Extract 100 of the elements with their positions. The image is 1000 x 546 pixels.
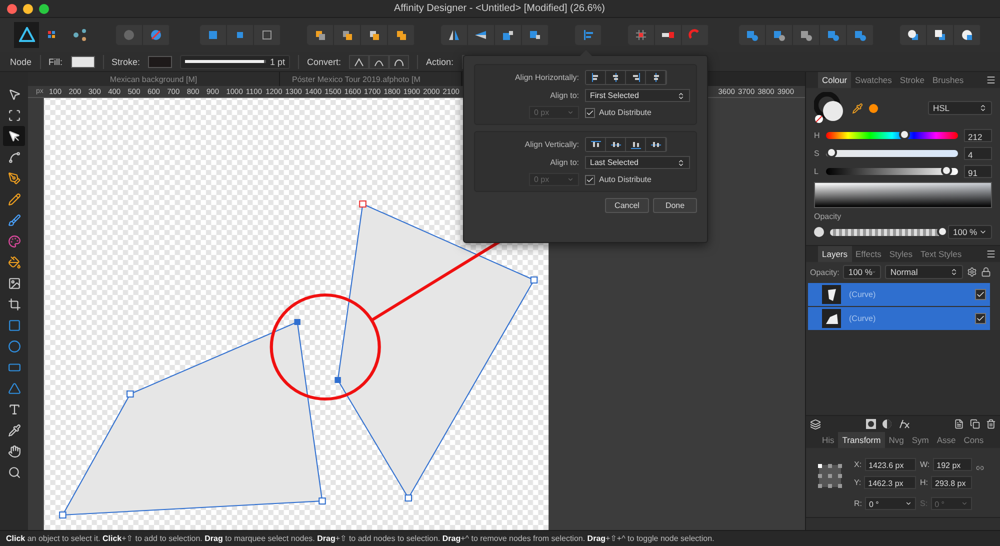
auto-distribute-checkbox[interactable] — [585, 108, 595, 118]
value-field[interactable]: 91 — [964, 164, 992, 178]
fill-swatch[interactable] — [70, 56, 95, 68]
stroke-swatch[interactable] — [148, 56, 172, 68]
status-hint: Click an object to select it. Click+⇧ to add to selection. Drag to marquee select nodes. Drag+⇧ to add nodes to selection. Drag+^ to remove nodes from selection. Drag+⇧+^ to toggle node selection. — [6, 534, 714, 543]
panel-tab[interactable]: Swatches — [851, 72, 896, 88]
align-button[interactable] — [606, 138, 626, 151]
copy-icon[interactable] — [970, 419, 980, 429]
value-field[interactable]: 4 — [964, 146, 992, 160]
menu-icon[interactable] — [986, 249, 996, 259]
panel-tab[interactable]: Asse — [932, 432, 960, 448]
document-tab[interactable]: Póster Mexico Tour 2019.afphoto [M — [280, 72, 462, 86]
anchor-grid-icon[interactable] — [816, 462, 844, 490]
blend-mode-select[interactable]: Normal — [885, 265, 964, 279]
overlapping-squares-icon — [313, 29, 327, 41]
align-button[interactable] — [646, 138, 666, 151]
field-label: R: — [854, 499, 862, 508]
value-field[interactable]: 293.8 px — [931, 476, 972, 489]
align-button[interactable] — [626, 138, 646, 151]
frame-icon — [8, 108, 20, 122]
done-button[interactable]: Done — [653, 198, 697, 213]
panel-tab[interactable]: Transform — [838, 432, 885, 448]
sharp-button[interactable] — [349, 54, 370, 68]
slider-track[interactable] — [826, 168, 958, 174]
opacity-label: Opacity: — [810, 268, 840, 276]
value-field[interactable]: 192 px — [932, 458, 972, 470]
align-button[interactable] — [646, 71, 666, 84]
panel-tab[interactable]: Layers — [818, 246, 852, 262]
value-field[interactable]: 1462.3 px — [864, 476, 916, 489]
tool-button[interactable] — [3, 126, 25, 146]
align-left-icon — [581, 29, 595, 41]
colour-model-select[interactable]: HSL — [928, 101, 992, 115]
slider-track[interactable] — [826, 132, 958, 138]
link-icon[interactable] — [976, 464, 984, 472]
fx-icon[interactable] — [898, 419, 910, 429]
align-horizontal-icon — [630, 73, 640, 82]
value-field[interactable]: 212 — [964, 128, 992, 142]
menu-icon[interactable] — [986, 75, 996, 85]
align-to-select[interactable]: Last Selected — [585, 156, 690, 169]
panel-tab[interactable]: Text Styles — [916, 246, 966, 262]
visibility-checkbox[interactable] — [975, 313, 986, 324]
panel-tab[interactable]: His — [818, 432, 838, 448]
field-label: X: — [854, 460, 862, 468]
align-vertical-icon — [630, 140, 640, 149]
align-button[interactable] — [606, 71, 626, 84]
panel-tab[interactable]: Brushes — [928, 72, 968, 88]
palette-icon — [8, 234, 20, 248]
mask-icon[interactable] — [866, 419, 876, 429]
slider-track[interactable] — [826, 150, 958, 156]
magnet-icon — [688, 29, 702, 41]
stroke-width-slider[interactable]: 1 pt — [180, 54, 290, 68]
slider-thumb[interactable] — [941, 164, 952, 176]
align-button[interactable] — [626, 71, 646, 84]
panel-tab[interactable]: Styles — [885, 246, 916, 262]
document-icon[interactable] — [954, 419, 964, 429]
angle-dropdown[interactable]: 0 ° — [865, 497, 916, 510]
slider-thumb[interactable] — [898, 128, 910, 140]
arc-button[interactable] — [389, 54, 410, 68]
subtract-shape-icon — [772, 29, 786, 41]
colour-picker-area[interactable] — [814, 182, 992, 208]
auto-distribute-checkbox[interactable] — [585, 174, 595, 184]
cursor-icon — [8, 130, 20, 142]
window-title: Affinity Designer - <Untitled> [Modified] (26.6%) — [392, 3, 606, 14]
picture-icon — [8, 276, 20, 290]
smooth-button[interactable] — [369, 54, 390, 68]
opacity-dropdown[interactable]: 100 % — [948, 225, 992, 239]
settings-icon[interactable] — [967, 267, 978, 277]
visibility-checkbox[interactable] — [975, 289, 986, 300]
panel-tab[interactable]: Colour — [818, 72, 852, 88]
opacity-dropdown[interactable]: 100 % — [843, 265, 882, 279]
panel-tab[interactable]: Sym — [908, 432, 933, 448]
align-button[interactable] — [586, 71, 606, 84]
layer-name: (Curve) — [849, 290, 877, 299]
zoom-button[interactable] — [39, 4, 49, 14]
chevron-down-icon — [567, 176, 574, 183]
circle-icon — [814, 227, 824, 237]
close-button[interactable] — [7, 4, 17, 14]
panel-tab[interactable]: Cons — [960, 432, 988, 448]
panel-tab[interactable]: Nvg — [884, 432, 908, 448]
document-tab[interactable]: Mexican background [M] — [28, 72, 280, 86]
layers-icon[interactable] — [810, 418, 821, 430]
cancel-button[interactable]: Cancel — [605, 198, 649, 213]
fill-stroke-swatch-icon[interactable] — [814, 92, 846, 124]
align-button[interactable] — [586, 138, 606, 151]
trash-icon[interactable] — [986, 419, 996, 429]
value-field[interactable]: 1423.6 px — [864, 458, 916, 470]
rounded-rectangle-icon — [8, 360, 20, 374]
slider-label: L — [814, 166, 820, 176]
minimize-button[interactable] — [23, 4, 33, 14]
logo-button[interactable] — [14, 22, 40, 48]
slider-thumb[interactable] — [826, 146, 838, 158]
eyedropper-icon[interactable] — [852, 102, 863, 114]
panel-tab[interactable]: Stroke — [896, 72, 928, 88]
quadrilateral-shape[interactable] — [334, 200, 538, 502]
lock-icon[interactable] — [981, 267, 992, 277]
slider-thumb[interactable] — [937, 226, 948, 236]
half-circle-icon[interactable] — [882, 419, 892, 429]
align-to-select[interactable]: First Selected — [585, 89, 690, 102]
panel-tab[interactable]: Effects — [852, 246, 886, 262]
crop-icon — [8, 298, 20, 310]
